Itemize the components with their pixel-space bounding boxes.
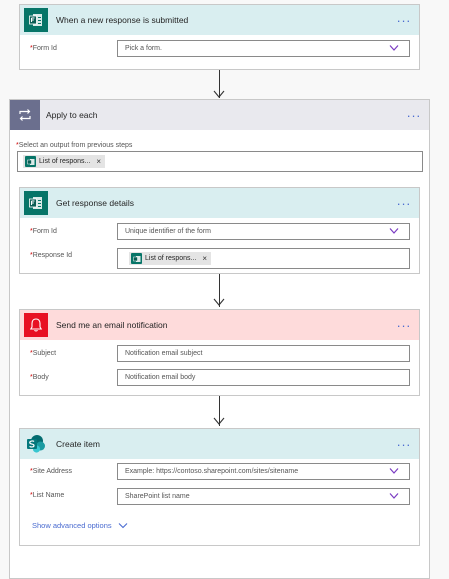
sharepoint-icon (24, 432, 48, 456)
apply-to-each-title: Apply to each (46, 110, 98, 120)
response-id-label-text: Response Id (32, 252, 73, 259)
list-name-dropdown[interactable]: SharePoint list name (117, 488, 410, 505)
trigger-more-button[interactable]: ··· (397, 5, 412, 35)
loop-icon (10, 100, 40, 130)
close-icon[interactable]: × (96, 157, 101, 166)
forms-icon (25, 156, 36, 167)
send-email-title: Send me an email notification (56, 320, 168, 330)
form-id-label: *Form Id (30, 45, 57, 52)
token-label: List of respons... (145, 255, 197, 262)
site-address-dropdown[interactable]: Example: https://contoso.sharepoint.com/… (117, 463, 410, 480)
subject-label: *Subject (30, 350, 56, 357)
subject-label-text: Subject (32, 350, 57, 357)
show-advanced-options-text: Show advanced options (32, 521, 112, 530)
site-address-placeholder: Example: https://contoso.sharepoint.com/… (125, 468, 299, 475)
trigger-card-header[interactable]: When a new response is submitted ··· (20, 5, 419, 35)
form-id-placeholder: Pick a form. (125, 45, 162, 52)
arrow-down-icon (213, 298, 225, 306)
apply-to-each-header[interactable]: Apply to each ··· (10, 100, 429, 130)
forms-icon (24, 8, 48, 32)
show-advanced-options-link[interactable]: Show advanced options (32, 521, 128, 530)
send-email-more-button[interactable]: ··· (397, 310, 412, 340)
chevron-down-icon (389, 468, 399, 474)
get-response-details-card: Get response details ··· *Form Id Unique… (19, 187, 420, 274)
chevron-down-icon (389, 45, 399, 51)
gr-form-id-label: *Form Id (30, 228, 57, 235)
get-response-header[interactable]: Get response details ··· (20, 188, 419, 218)
site-address-label: *Site Address (30, 468, 72, 475)
create-item-header[interactable]: Create item ··· (20, 429, 419, 459)
response-id-label: *Response Id (30, 252, 72, 259)
forms-icon (131, 253, 142, 264)
chevron-down-icon (118, 523, 128, 529)
form-id-label-text: Form Id (32, 45, 57, 52)
send-email-header[interactable]: Send me an email notification ··· (20, 310, 419, 340)
subject-input[interactable]: Notification email subject (117, 345, 410, 362)
arrow-down-icon (213, 90, 225, 98)
body-placeholder: Notification email body (125, 374, 196, 381)
apply-to-each-more-button[interactable]: ··· (407, 100, 422, 130)
select-output-label-text: Select an output from previous steps (18, 142, 133, 149)
close-icon[interactable]: × (202, 254, 207, 263)
body-label: *Body (30, 374, 49, 381)
gr-form-id-label-text: Form Id (32, 228, 57, 235)
chevron-down-icon (389, 228, 399, 234)
list-name-label: *List Name (30, 492, 64, 499)
list-name-placeholder: SharePoint list name (125, 493, 190, 500)
forms-icon (24, 191, 48, 215)
chevron-down-icon (389, 493, 399, 499)
list-name-label-text: List Name (32, 492, 65, 499)
gr-form-id-placeholder: Unique identifier of the form (125, 228, 211, 235)
trigger-card: When a new response is submitted ··· *Fo… (19, 4, 420, 70)
create-item-title: Create item (56, 439, 100, 449)
get-response-more-button[interactable]: ··· (397, 188, 412, 218)
get-response-title: Get response details (56, 198, 134, 208)
create-item-more-button[interactable]: ··· (397, 429, 412, 459)
form-id-dropdown[interactable]: Pick a form. (117, 40, 410, 57)
subject-placeholder: Notification email subject (125, 350, 203, 357)
bell-icon (24, 313, 48, 337)
body-input[interactable]: Notification email body (117, 369, 410, 386)
site-address-label-text: Site Address (32, 468, 73, 475)
select-output-input[interactable]: List of respons... × (17, 151, 423, 172)
create-item-card: Create item ··· *Site Address Example: h… (19, 428, 420, 546)
response-id-input[interactable]: List of respons... × (117, 248, 410, 269)
send-email-card: Send me an email notification ··· *Subje… (19, 309, 420, 396)
arrow-down-icon (213, 417, 225, 425)
select-output-label: *Select an output from previous steps (16, 142, 132, 149)
gr-form-id-dropdown[interactable]: Unique identifier of the form (117, 223, 410, 240)
list-of-responses-token[interactable]: List of respons... × (129, 252, 212, 265)
body-label-text: Body (32, 374, 49, 381)
token-label: List of respons... (39, 158, 91, 165)
list-of-responses-token[interactable]: List of respons... × (23, 155, 106, 168)
trigger-title: When a new response is submitted (56, 15, 189, 25)
